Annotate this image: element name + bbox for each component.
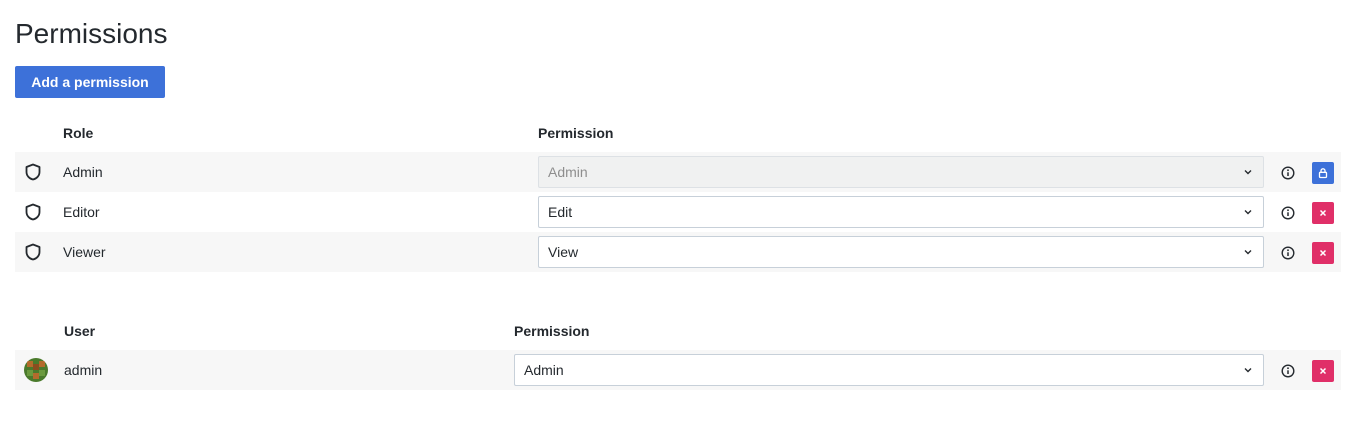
role-name: Admin [63, 164, 103, 180]
close-icon [1319, 367, 1327, 375]
avatar [24, 358, 48, 382]
column-header-user: User [64, 323, 96, 339]
permission-select[interactable]: Admin [514, 354, 1264, 386]
permission-select-value: Admin [548, 164, 588, 180]
role-row-editor: Editor Edit [15, 192, 1341, 232]
lock-button[interactable] [1312, 162, 1334, 184]
user-name: admin [64, 362, 103, 378]
add-permission-button[interactable]: Add a permission [15, 66, 165, 98]
column-header-permission: Permission [538, 125, 614, 141]
chevron-down-icon [1244, 368, 1252, 373]
close-icon [1319, 209, 1327, 217]
user-row-admin: admin Admin [15, 350, 1341, 390]
role-name: Editor [63, 204, 100, 220]
lock-icon [1318, 168, 1328, 179]
info-circle-icon[interactable] [1280, 245, 1296, 261]
page-title: Permissions [15, 18, 168, 49]
info-circle-icon[interactable] [1280, 363, 1296, 379]
role-row-viewer: Viewer View [15, 232, 1341, 272]
chevron-down-icon [1244, 170, 1252, 175]
close-icon [1319, 249, 1327, 257]
remove-permission-button[interactable] [1312, 202, 1334, 224]
shield-icon [25, 203, 41, 221]
remove-permission-button[interactable] [1312, 242, 1334, 264]
permission-select-value: Admin [524, 362, 564, 378]
remove-permission-button[interactable] [1312, 360, 1334, 382]
column-header-permission: Permission [514, 323, 590, 339]
info-circle-icon[interactable] [1280, 205, 1296, 221]
info-circle-icon[interactable] [1280, 165, 1296, 181]
shield-icon [25, 163, 41, 181]
permission-select-value: Edit [548, 204, 573, 220]
chevron-down-icon [1244, 250, 1252, 255]
column-header-role: Role [63, 125, 94, 141]
permission-select-value: View [548, 244, 579, 260]
permission-select[interactable]: Edit [538, 196, 1264, 228]
role-row-admin: Admin Admin [15, 152, 1341, 192]
chevron-down-icon [1244, 210, 1252, 215]
shield-icon [25, 243, 41, 261]
permission-select[interactable]: View [538, 236, 1264, 268]
permission-select: Admin [538, 156, 1264, 188]
role-name: Viewer [63, 244, 106, 260]
